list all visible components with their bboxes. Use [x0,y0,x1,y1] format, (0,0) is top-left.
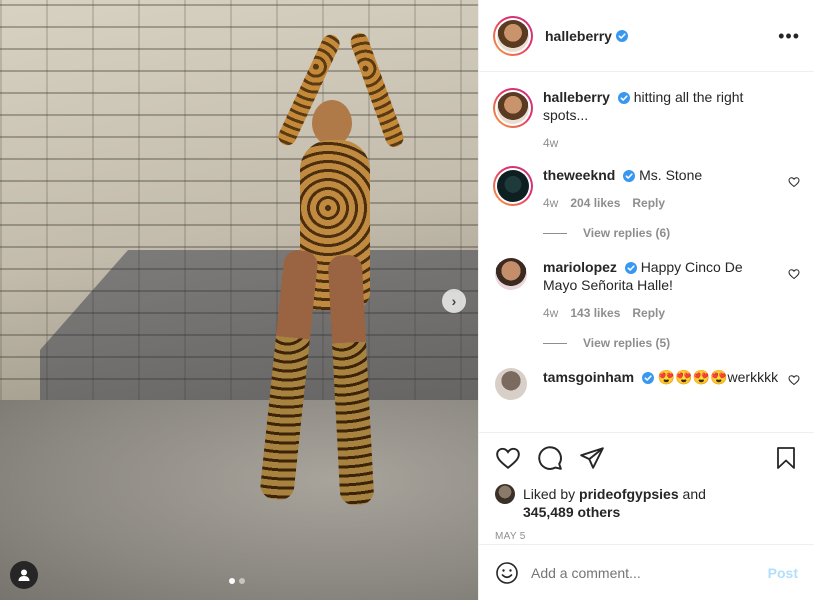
verified-badge-icon [624,262,637,274]
comment-avatar[interactable] [495,368,527,400]
verified-badge-icon [641,372,654,384]
save-bookmark-icon[interactable] [774,445,798,471]
tagged-users-button[interactable] [10,561,38,589]
likes-summary: Liked by prideofgypsies and 345,489 othe… [495,484,798,521]
more-options-icon[interactable]: ••• [778,27,800,45]
caption-time[interactable]: 4w [543,134,558,152]
liker-avatar[interactable] [495,484,515,504]
carousel-dots [229,578,245,584]
carousel-dot [239,578,245,584]
add-comment-input[interactable] [531,564,768,581]
reply-button[interactable]: Reply [632,194,665,212]
comment-username[interactable]: mariolopez [543,259,617,275]
like-heart-icon[interactable] [495,445,521,471]
replies-divider [543,232,567,234]
comment-likes[interactable]: 143 likes [570,304,620,322]
view-replies-label: View replies (5) [583,336,671,350]
next-slide-button[interactable]: › [442,289,466,313]
comment-bubble-icon[interactable] [537,445,563,471]
liked-by-username[interactable]: prideofgypsies [579,486,679,502]
post-comment-button[interactable]: Post [768,565,798,581]
post-image[interactable]: › [0,0,478,600]
comment-username[interactable]: theweeknd [543,167,615,183]
caption: halleberry hitting all the right spots..… [493,88,800,152]
author-avatar[interactable] [497,19,529,52]
person-figure [250,30,420,520]
comment-text: 😍😍😍😍werkkkk [657,369,779,385]
comment-username[interactable]: tamsgoinham [543,369,634,385]
post-header: halleberry ••• [479,0,814,72]
comment-time[interactable]: 4w [543,304,558,322]
verified-badge-icon [617,92,630,104]
user-icon [18,569,30,581]
verified-badge-icon [623,170,636,182]
author-username[interactable]: halleberry [545,28,612,44]
liked-by-and: and [682,486,706,502]
caption-avatar[interactable] [497,92,529,124]
like-comment-heart-icon[interactable] [788,176,800,188]
view-replies-button[interactable]: View replies (6) [543,226,800,240]
caption-username[interactable]: halleberry [543,89,610,105]
reply-button[interactable]: Reply [632,304,665,322]
like-comment-heart-icon[interactable] [788,374,800,386]
share-paper-plane-icon[interactable] [579,445,605,471]
like-comment-heart-icon[interactable] [788,268,800,280]
liked-by-prefix: Liked by [523,486,576,502]
story-ring[interactable] [493,15,533,56]
replies-divider [543,342,567,344]
view-replies-button[interactable]: View replies (5) [543,336,800,350]
chevron-right-icon: › [451,293,457,309]
post-actions: Liked by prideofgypsies and 345,489 othe… [479,432,814,544]
add-comment-bar: Post [479,544,814,600]
verified-badge-icon [615,29,628,42]
comment: theweeknd Ms. Stone 4w 204 likes Reply [493,166,800,212]
action-icons [495,443,798,473]
comments-list: halleberry hitting all the right spots..… [479,72,814,432]
post-sidebar: halleberry ••• halleberry hitting all th… [478,0,814,600]
arm-right [348,30,406,150]
comment-avatar[interactable] [495,258,527,290]
comment: tamsgoinham 😍😍😍😍werkkkk [493,368,800,400]
leg-left [259,248,319,502]
post-date[interactable]: MAY 5 [495,531,798,542]
carousel-dot-active [229,578,235,584]
comment-avatar[interactable] [497,170,529,202]
likes-count-link[interactable]: 345,489 others [523,504,620,520]
comment-text: Ms. Stone [639,167,703,183]
comment: mariolopez Happy Cinco De Mayo Señorita … [493,258,800,322]
comment-likes[interactable]: 204 likes [570,194,620,212]
view-replies-label: View replies (6) [583,226,671,240]
comment-time[interactable]: 4w [543,194,558,212]
instagram-post: › halleberry ••• halleberry hitting all … [0,0,814,600]
emoji-smiley-icon[interactable] [495,561,519,585]
